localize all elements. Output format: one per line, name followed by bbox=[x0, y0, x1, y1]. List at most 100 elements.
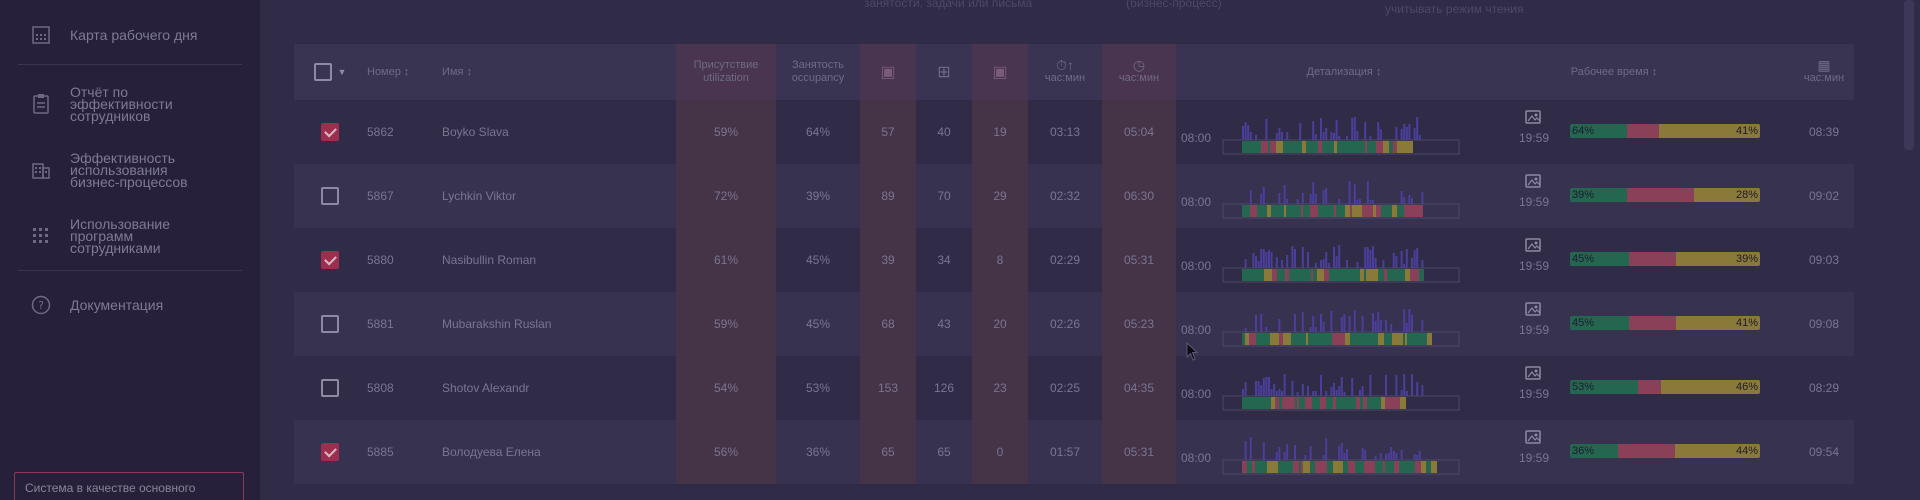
timeline-segment bbox=[1250, 205, 1257, 217]
image-icon[interactable] bbox=[1516, 164, 1552, 198]
sidebar-item-apps-usage[interactable]: Использование программ сотрудниками bbox=[28, 216, 242, 256]
worktime-bar[interactable]: 64% 41% bbox=[1570, 124, 1760, 138]
timeline-segment bbox=[1293, 141, 1295, 153]
activity-bar bbox=[1346, 136, 1348, 140]
sidebar-item-label: Использование программ сотрудниками bbox=[70, 216, 171, 256]
timeline-segment bbox=[1354, 141, 1359, 153]
header-occupancy[interactable]: Занятость occupancy bbox=[776, 44, 860, 100]
worktime-bar[interactable]: 39% 28% bbox=[1570, 188, 1760, 202]
worktime-bar[interactable]: 45% 41% bbox=[1570, 316, 1760, 330]
scrollbar[interactable] bbox=[1904, 0, 1914, 150]
cell-name[interactable]: Володуева Елена bbox=[442, 420, 642, 484]
detail-timeline[interactable] bbox=[1222, 236, 1512, 284]
row-checkbox[interactable] bbox=[312, 292, 348, 356]
sidebar-item-docs[interactable]: ? Документация bbox=[28, 292, 242, 318]
activity-sparkline bbox=[1222, 181, 1460, 219]
timeline-segment bbox=[1336, 205, 1338, 217]
header-name[interactable]: Имя ↕ bbox=[442, 44, 602, 100]
header-tasks[interactable]: ▣ bbox=[860, 44, 916, 100]
activity-bar bbox=[1343, 314, 1346, 332]
activity-bar bbox=[1268, 377, 1270, 396]
header-number[interactable]: Номер ↕ bbox=[367, 44, 427, 100]
timeline-segment bbox=[1349, 269, 1355, 281]
activity-bar bbox=[1364, 122, 1367, 140]
cell-start: 08:00 bbox=[1180, 259, 1212, 273]
image-icon[interactable] bbox=[1516, 292, 1552, 326]
row-checkbox[interactable] bbox=[312, 100, 348, 164]
header-time[interactable]: ◷ час:мин bbox=[1102, 44, 1176, 100]
image-icon[interactable] bbox=[1516, 100, 1552, 134]
timeline-segment bbox=[1363, 333, 1368, 345]
activity-bar bbox=[1286, 132, 1289, 140]
worktime-bar[interactable]: 53% 46% bbox=[1570, 380, 1760, 394]
header-tasks-added[interactable]: ⊞ bbox=[916, 44, 972, 100]
timeline-segment bbox=[1332, 333, 1339, 345]
detail-timeline[interactable] bbox=[1222, 172, 1512, 220]
timeline-segment bbox=[1402, 141, 1408, 153]
image-icon[interactable] bbox=[1516, 228, 1552, 262]
cell-name[interactable]: Boyko Slava bbox=[442, 100, 642, 164]
row-checkbox[interactable] bbox=[312, 164, 348, 228]
row-checkbox[interactable] bbox=[312, 420, 348, 484]
cell-occupancy: 36% bbox=[805, 445, 831, 459]
header-presence[interactable]: Присутствие utilization bbox=[676, 44, 776, 100]
cell-time-up: 02:29 bbox=[1049, 253, 1081, 267]
timeline-segment bbox=[1376, 205, 1379, 217]
cell-tasks: 153 bbox=[860, 356, 916, 420]
select-all-checkbox[interactable]: ▼ bbox=[312, 44, 348, 100]
table-row[interactable]: 5808 Shotov Alexandr 54% 53% 153 126 23 … bbox=[294, 356, 1854, 420]
table-row[interactable]: 5867 Lychkin Viktor 72% 39% 89 70 29 02:… bbox=[294, 164, 1854, 228]
worktime-right-value: 39% bbox=[1735, 253, 1758, 265]
header-emails[interactable]: ▣ bbox=[972, 44, 1028, 100]
cell-name[interactable]: Shotov Alexandr bbox=[442, 356, 642, 420]
calendar-grid-icon bbox=[28, 22, 54, 48]
sidebar-item-business-process[interactable]: Эффективность использования бизнес-проце… bbox=[28, 151, 242, 189]
header-detail[interactable]: Детализация ↕ bbox=[1254, 44, 1434, 100]
apps-grid-icon bbox=[28, 223, 54, 249]
table-row[interactable]: 5885 Володуева Елена 56% 36% 65 65 0 01:… bbox=[294, 420, 1854, 484]
activity-bar bbox=[1403, 264, 1406, 268]
timeline-segment bbox=[1381, 397, 1385, 409]
timeline-segment bbox=[1343, 461, 1348, 473]
table-row[interactable]: 5880 Nasibullin Roman 61% 45% 39 34 8 02… bbox=[294, 228, 1854, 292]
row-checkbox[interactable] bbox=[312, 228, 348, 292]
worktime-bar[interactable]: 36% 44% bbox=[1570, 444, 1760, 458]
header-time-up[interactable]: ⏱↑ час:мин bbox=[1028, 44, 1102, 100]
cell-tasks-added: 70 bbox=[937, 189, 951, 203]
help-circle-icon: ? bbox=[28, 292, 54, 318]
system-note-box[interactable]: Система в качестве основного bbox=[14, 472, 244, 500]
header-date[interactable]: ▦ час:мин bbox=[1794, 44, 1854, 100]
sidebar-item-employee-report[interactable]: Отчёт по эффективности сотрудников bbox=[28, 85, 242, 123]
cell-name[interactable]: Mubarakshin Ruslan bbox=[442, 292, 642, 356]
activity-bar bbox=[1351, 118, 1354, 140]
row-checkbox[interactable] bbox=[312, 356, 348, 420]
cell-presence: 54% bbox=[676, 356, 776, 420]
activity-bar bbox=[1296, 392, 1299, 396]
sidebar-item-workday-map[interactable]: Карта рабочего дня bbox=[28, 22, 242, 48]
activity-bar bbox=[1265, 327, 1268, 332]
detail-timeline[interactable] bbox=[1222, 428, 1512, 476]
timeline-segment bbox=[1249, 397, 1253, 409]
activity-bar bbox=[1244, 122, 1247, 140]
detail-timeline[interactable] bbox=[1222, 108, 1512, 156]
cell-name[interactable]: Lychkin Viktor bbox=[442, 164, 642, 228]
timeline-segment bbox=[1261, 333, 1263, 345]
worktime-bar[interactable]: 45% 39% bbox=[1570, 252, 1760, 266]
cell-name[interactable]: Nasibullin Roman bbox=[442, 228, 642, 292]
table-row[interactable]: 5881 Mubarakshin Ruslan 59% 45% 68 43 20… bbox=[294, 292, 1854, 356]
timeline-segment bbox=[1256, 333, 1261, 345]
activity-bar bbox=[1322, 455, 1325, 460]
timeline-segment bbox=[1311, 141, 1318, 153]
image-icon[interactable] bbox=[1516, 356, 1552, 390]
chevron-down-icon[interactable]: ▼ bbox=[338, 66, 347, 79]
timeline-segment bbox=[1431, 461, 1437, 473]
activity-bar bbox=[1348, 181, 1351, 204]
image-icon[interactable] bbox=[1516, 420, 1552, 454]
timeline-segment bbox=[1345, 205, 1350, 217]
detail-timeline[interactable] bbox=[1222, 364, 1512, 412]
header-worktime[interactable]: Рабочее время ↕ bbox=[1534, 44, 1694, 100]
activity-bar bbox=[1333, 133, 1335, 140]
detail-timeline[interactable] bbox=[1222, 300, 1512, 348]
timeline-segment bbox=[1412, 205, 1416, 217]
table-row[interactable]: 5862 Boyko Slava 59% 64% 57 40 19 03:13 … bbox=[294, 100, 1854, 164]
